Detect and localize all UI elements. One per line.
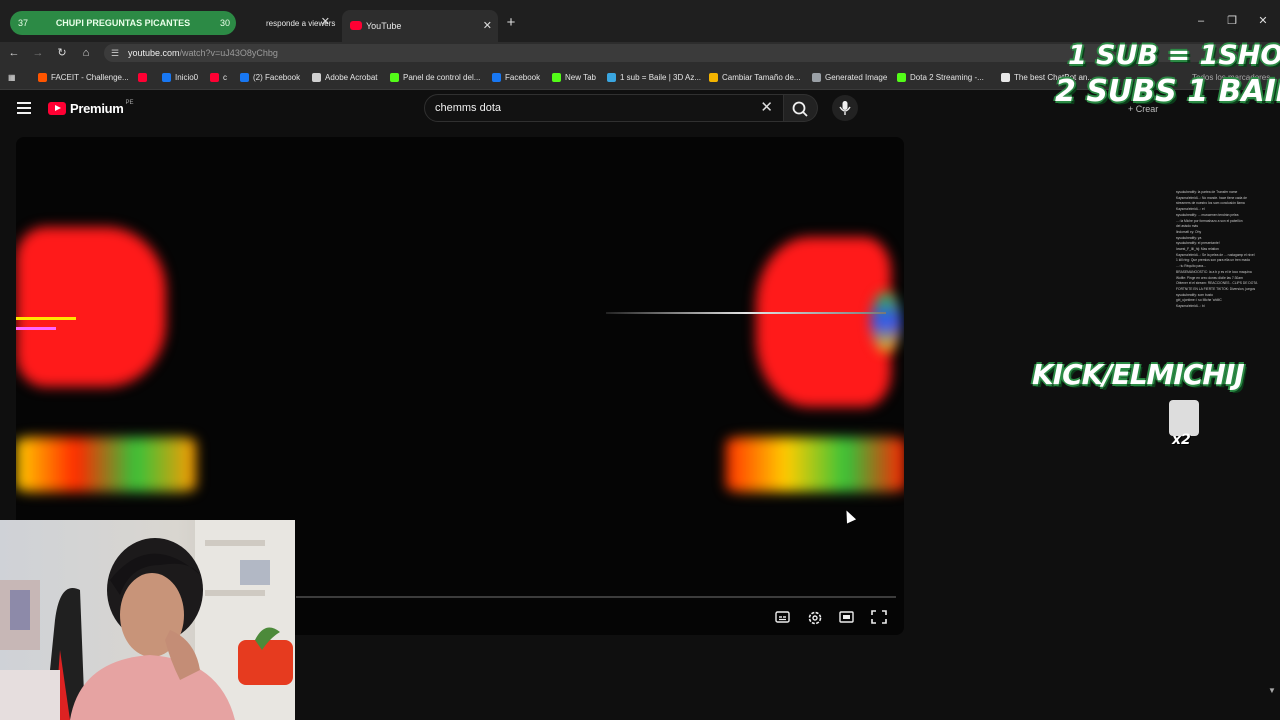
search-input[interactable]: chemms dota ✕ [424, 94, 784, 122]
bookmark-label: (2) Facebook [253, 72, 301, 82]
url-host: youtube.com [128, 48, 180, 58]
tab-group-count: 37 [18, 18, 29, 28]
facebook-icon [492, 72, 501, 82]
video-progress-bar[interactable] [296, 596, 896, 598]
bookmark-item[interactable]: c [210, 71, 227, 83]
resize-icon [709, 72, 718, 82]
twitch-icon [607, 72, 616, 82]
chatbot-icon [1001, 72, 1010, 82]
hamburger-menu-icon[interactable] [17, 102, 31, 114]
subtitles-icon[interactable] [775, 610, 791, 624]
bookmark-label: c [223, 72, 227, 82]
bookmark-item[interactable]: (2) Facebook [240, 71, 300, 83]
youtube-icon [210, 72, 219, 82]
bookmark-label: Dota 2 Streaming -... [910, 72, 984, 82]
chat-message: Kaysma/elmidi...: bi [1176, 304, 1205, 309]
overlay-sub-shot-text: 1 SUB = 1SHOT [1068, 40, 1280, 71]
scroll-down-arrow-icon[interactable]: ▼ [1268, 686, 1276, 695]
tab-label: YouTube [366, 21, 402, 31]
back-arrow-icon[interactable]: ← [6, 45, 22, 61]
site-info-icon[interactable]: ☰ [111, 44, 119, 62]
reload-icon[interactable]: ↻ [54, 45, 70, 61]
close-tab-icon[interactable]: ✕ [483, 19, 492, 32]
multiplier-label: x2 [1172, 432, 1191, 448]
tab-youtube[interactable]: YouTube ✕ [342, 10, 498, 42]
bookmark-label: New Tab [565, 72, 596, 82]
bookmark-item[interactable]: FACEIT - Challenge... [38, 71, 129, 83]
new-tab-plus-icon[interactable]: + [502, 14, 520, 32]
stream-chat-overlay: sysukubeatify: la partea de Transfer nam… [1176, 190, 1276, 342]
bookmark-label: Cambiar Tamaño de... [722, 72, 801, 82]
microphone-icon [839, 101, 851, 115]
bookmark-item[interactable]: Dota 2 Streaming -... [897, 71, 984, 83]
streamer-webcam [0, 520, 295, 720]
browser-tab-strip: 37 CHUPI PREGUNTAS PICANTES 30 responde … [0, 0, 1280, 42]
tab-group-chupi-preguntas[interactable]: 37 CHUPI PREGUNTAS PICANTES 30 [10, 11, 236, 35]
bookmark-item[interactable]: Cambiar Tamaño de... [709, 71, 801, 83]
bookmark-label: Facebook [505, 72, 541, 82]
url-path: /watch?v=uJ43O8yChbg [179, 48, 278, 58]
faceit-icon [38, 72, 47, 82]
bookmark-label: Adobe Acrobat [325, 72, 378, 82]
screen: 37 CHUPI PREGUNTAS PICANTES 30 responde … [0, 0, 1280, 720]
bookmark-label: Generated Image [825, 72, 888, 82]
theater-mode-icon[interactable] [839, 610, 855, 624]
bookmark-label: Inicio0 [175, 72, 199, 82]
overlay-subs-baile-text: 2 SUBS 1 BAILE [1055, 74, 1280, 109]
apps-grid-icon[interactable]: ▦ [8, 71, 16, 83]
kick-channel-text: KICK/ELMICHIJ [1032, 358, 1245, 391]
region-code: PE [125, 99, 134, 106]
search-button[interactable] [784, 94, 818, 122]
bookmark-item[interactable]: Inicio0 [162, 71, 198, 83]
logo-text: Premium [70, 101, 124, 116]
clear-search-icon[interactable]: ✕ [760, 95, 773, 121]
facebook-icon [240, 72, 249, 82]
settings-gear-icon[interactable] [807, 610, 823, 625]
search-value: chemms dota [435, 102, 502, 114]
close-tab-icon[interactable]: ✕ [321, 15, 330, 28]
search-icon [792, 101, 808, 117]
emote-image [1169, 400, 1199, 436]
multiplier-badge: x2 [1166, 398, 1202, 450]
bookmark-item[interactable]: 1 sub = Baile | 3D Az... [607, 71, 701, 83]
home-icon[interactable]: ⌂ [78, 45, 94, 61]
generated-image-icon [812, 72, 821, 82]
youtube-favicon-icon [350, 21, 362, 30]
kick-icon [897, 72, 906, 82]
minimize-icon[interactable]: – [1194, 14, 1208, 28]
kick-icon [390, 72, 399, 82]
forward-arrow-icon[interactable]: → [30, 45, 46, 61]
tab-group-count-right: 30 [219, 18, 230, 28]
maximize-icon[interactable]: ❐ [1225, 14, 1239, 28]
bookmark-item[interactable]: Facebook [492, 71, 540, 83]
fullscreen-icon[interactable] [871, 610, 887, 624]
bookmark-item[interactable]: Panel de control del... [390, 71, 480, 83]
bookmark-item[interactable] [138, 71, 151, 83]
voice-search-button[interactable] [832, 95, 858, 121]
facebook-icon [162, 72, 171, 82]
youtube-premium-logo[interactable]: Premium PE [48, 99, 134, 116]
bookmark-label: 1 sub = Baile | 3D Az... [620, 72, 702, 82]
window-close-icon[interactable]: ✕ [1256, 14, 1270, 28]
bookmark-item[interactable]: New Tab [552, 71, 596, 83]
new-tab-icon [552, 72, 561, 82]
tab-group-label: CHUPI PREGUNTAS PICANTES [55, 18, 191, 28]
bookmark-label: FACEIT - Challenge... [51, 72, 129, 82]
youtube-logo-icon [48, 102, 66, 115]
bookmark-item[interactable]: Generated Image [812, 71, 887, 83]
tab-responde-viewers[interactable]: responde a viewers q ✕ [236, 11, 336, 35]
bookmark-item[interactable]: Adobe Acrobat [312, 71, 377, 83]
streamer-webcam-image [0, 520, 295, 720]
youtube-icon [138, 72, 147, 82]
bookmark-label: Panel de control del... [403, 72, 481, 82]
acrobat-icon [312, 72, 321, 82]
